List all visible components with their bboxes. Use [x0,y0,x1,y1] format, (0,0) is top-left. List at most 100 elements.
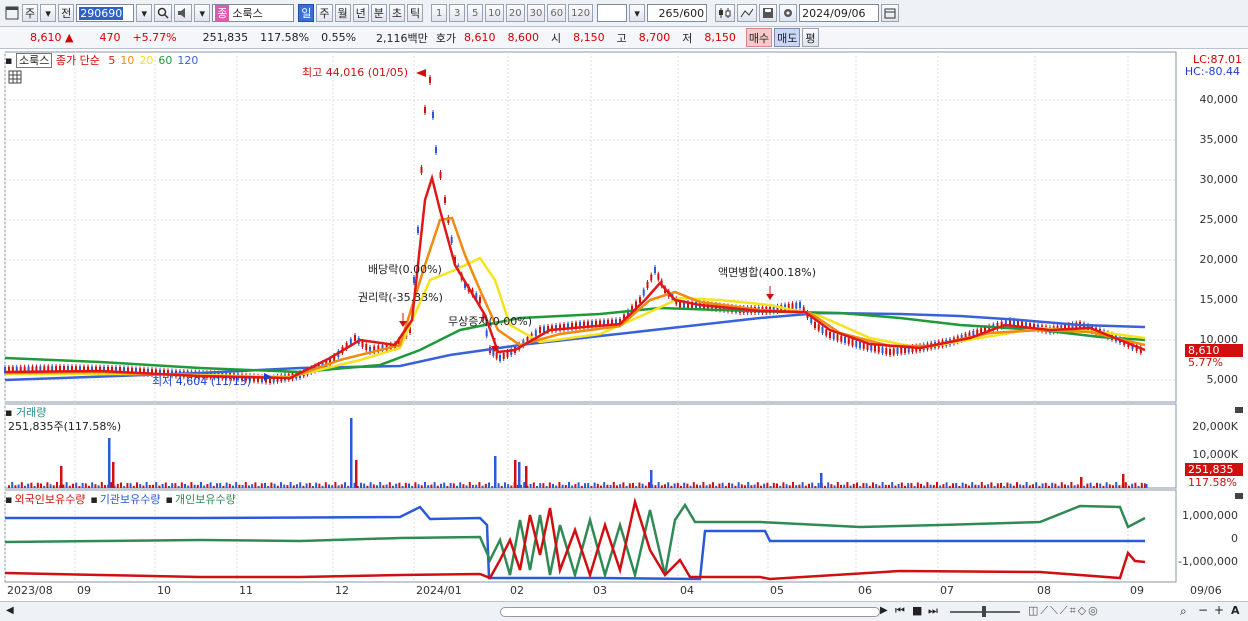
rewind-icon[interactable]: ⏮ [895,604,905,618]
volume-bar [276,485,279,488]
candle-type-button[interactable] [715,4,736,22]
candle [832,333,835,340]
panel-handle-icon[interactable]: ▪ [166,493,173,506]
chart-area[interactable] [0,50,1248,602]
ma-period-60[interactable]: 60 [158,54,172,67]
window-icon[interactable] [4,5,20,21]
interval-button-1[interactable]: 1 [431,4,448,22]
ma-period-20[interactable]: 20 [139,54,153,67]
holdings-series-1[interactable]: 기관보유수량 [100,493,161,506]
panel-handle-icon[interactable]: ▪ [5,493,12,506]
date-field[interactable]: 2024/09/06 [799,4,880,22]
speaker-dropdown[interactable]: ▾ [194,4,211,22]
volume-bar [525,466,528,488]
period-tab-6[interactable]: 틱 [407,4,424,22]
period-tab-4[interactable]: 분 [370,4,387,22]
code-input[interactable]: 290690 [76,4,135,22]
candle [829,332,831,338]
calendar-button[interactable] [881,4,900,22]
volume-bar [913,485,916,488]
volume-bar [1102,485,1105,488]
volume-bar [484,483,487,488]
interval-button-10[interactable]: 10 [485,4,504,22]
holdings-series-2[interactable]: 개인보유수량 [175,493,236,506]
period-tab-5[interactable]: 초 [388,4,405,22]
candle [885,348,888,355]
drawing-tools-icon[interactable]: ◫⟋⟍⟋⌗◇◎ [1028,604,1100,618]
save-button[interactable] [759,4,778,22]
font-size-icon[interactable]: A [1231,604,1240,617]
volume-bar [596,483,599,488]
count-field[interactable]: 265/600 [647,4,708,22]
scroll-right-icon[interactable]: ▶ [880,605,888,616]
zoom-slider-thumb[interactable] [982,606,986,617]
eval-button[interactable]: 평 [802,28,819,47]
volume-bar [286,485,289,488]
zoom-icon[interactable]: ⌕ [1180,604,1187,619]
volume-y-tick: 10,000K [1192,448,1238,461]
volume-bar [1112,485,1114,488]
scroll-left-icon[interactable]: ◀ [6,605,14,616]
grid-toggle-icon[interactable] [8,70,22,87]
annotation-bonus: 무상증자(0.00%) [448,315,533,328]
volume-bar [8,485,10,488]
volume-bar [1041,483,1044,488]
candle [896,348,899,354]
stop-icon[interactable]: ■ [912,604,922,617]
period-tab-2[interactable]: 월 [334,4,351,22]
candle [479,297,481,303]
forward-icon[interactable]: ⏭ [928,604,938,618]
interval-button-30[interactable]: 30 [526,4,546,22]
volume-bar [241,485,244,488]
volume-bar [27,483,30,488]
ma-period-10[interactable]: 10 [120,54,134,67]
code-dropdown[interactable]: ▾ [136,4,153,22]
volume-bar [561,484,564,488]
ma-period-120[interactable]: 120 [177,54,198,67]
interval-dropdown[interactable]: ▾ [629,4,646,22]
interval-button-120[interactable]: 120 [568,4,594,22]
zoom-in-icon[interactable]: + [1214,603,1224,617]
panel-handle-icon[interactable]: ▪ [90,493,97,506]
draw-tool-button[interactable] [737,4,758,22]
interval-custom-input[interactable] [597,4,628,22]
buy-button[interactable]: 매수 [745,28,773,47]
prev-button[interactable]: 전 [58,4,75,22]
chart-stock-name[interactable]: 소룩스 [15,53,53,68]
volume-bar [670,485,673,488]
sell-button[interactable]: 매도 [774,28,801,47]
panel-handle-icon[interactable]: ▪ [5,54,12,67]
settings-button[interactable] [779,4,798,22]
volume-bar [68,485,71,488]
interval-button-5[interactable]: 5 [467,4,484,22]
search-button[interactable] [154,4,173,22]
stock-name-field[interactable]: 종 소룩스 [212,4,295,22]
holdings-y-tick: 0 [1231,532,1238,545]
period-tab-1[interactable]: 주 [316,4,333,22]
scroll-thumb[interactable] [500,607,880,617]
chart-scrollbar[interactable]: ◀ ▶ ⏮ ■ ⏭ ◫⟋⟍⟋⌗◇◎ ⌕ − + A [0,601,1248,621]
candle [900,347,903,354]
volume-bar [996,483,999,488]
interval-button-20[interactable]: 20 [505,4,525,22]
interval-button-60[interactable]: 60 [547,4,567,22]
volume-bar [449,482,452,488]
period-tab-0[interactable]: 일 [298,4,315,22]
period-tab-3[interactable]: 년 [352,4,369,22]
holdings-series-0[interactable]: 외국인보유수량 [14,493,85,506]
volume-bar [174,483,177,488]
market-dropdown[interactable]: ▾ [40,4,57,22]
volume-bar [852,483,855,488]
volume-bar [81,482,84,488]
interval-button-3[interactable]: 3 [449,4,466,22]
ma-period-5[interactable]: 5 [108,54,115,67]
volume-bar [401,485,404,488]
volume-bar [1051,482,1054,488]
market-select[interactable]: 주 [22,4,39,22]
volume-bar [382,485,385,488]
speaker-button[interactable] [174,4,193,22]
chart-canvas[interactable] [0,50,1248,602]
ma-legend[interactable]: 종가 단순 5 10 20 60 120 [56,54,198,67]
volume-bar [888,484,890,488]
zoom-out-icon[interactable]: − [1198,603,1208,617]
